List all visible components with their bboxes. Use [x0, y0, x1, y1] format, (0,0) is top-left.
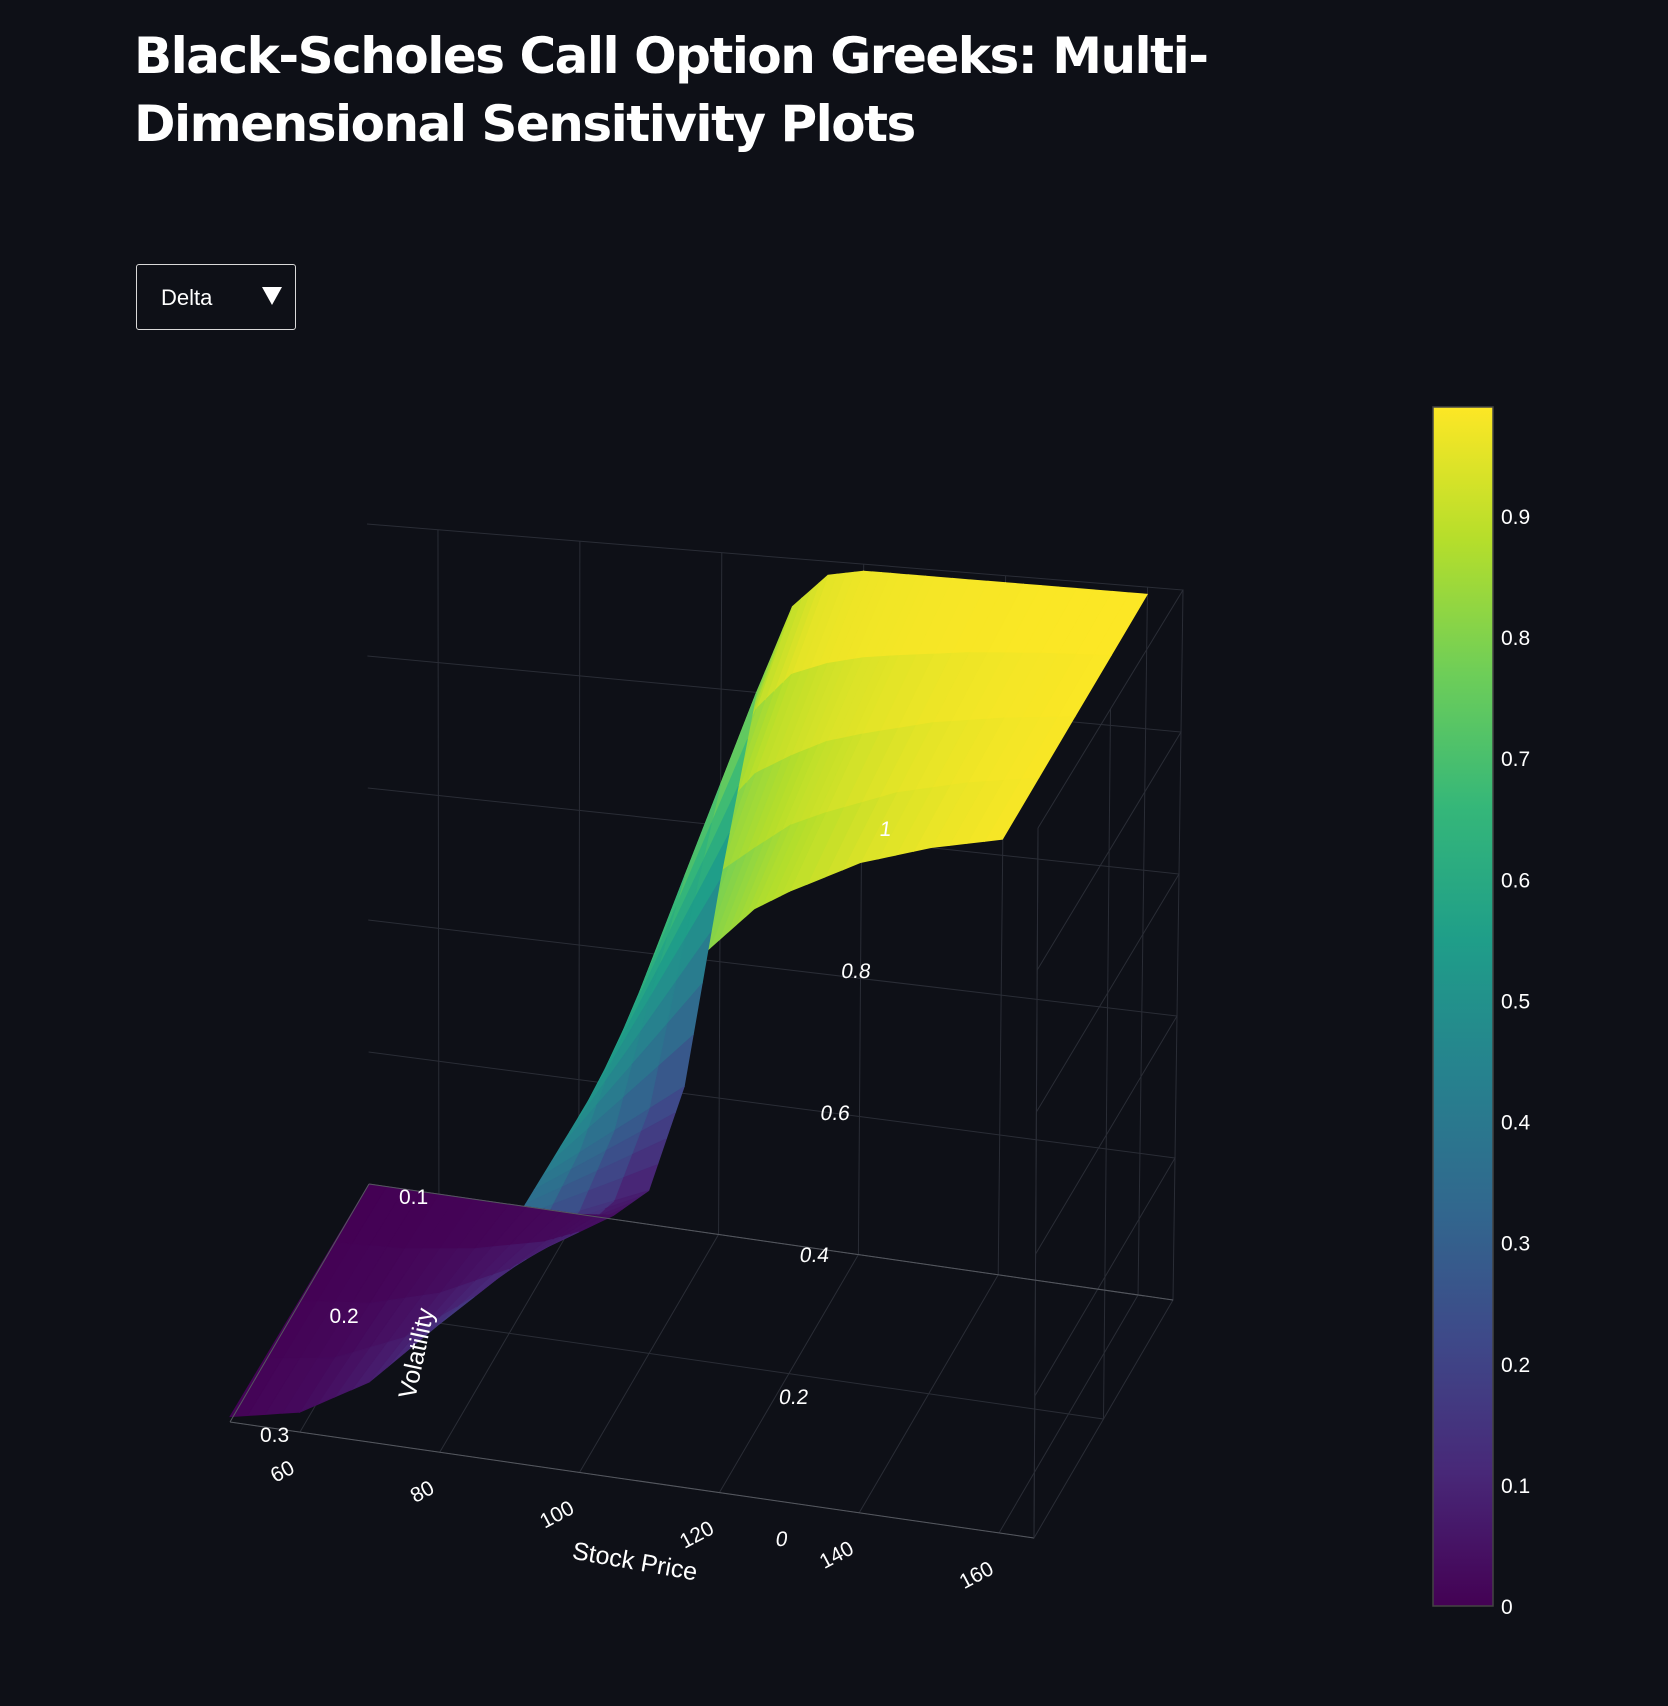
x-tick-label: 120 — [676, 1517, 718, 1554]
delta-surface-chart[interactable]: 00.20.40.60.8116014012010080600.10.20.3S… — [0, 0, 1668, 1706]
colorbar-tick-label: 0.8 — [1501, 627, 1530, 650]
x-tick-label: 80 — [407, 1476, 438, 1507]
z-tick-label: 0.6 — [819, 1102, 851, 1125]
y-tick-label: 0.2 — [330, 1305, 359, 1328]
x-tick-label: 100 — [536, 1497, 578, 1534]
x-gridline — [439, 541, 581, 1453]
colorbar-tick-label: 0.2 — [1501, 1354, 1530, 1377]
z-tick-label: 0 — [774, 1528, 789, 1551]
colorbar-tick-label: 0.3 — [1501, 1233, 1530, 1256]
colorbar-tick-label: 0.9 — [1501, 506, 1530, 529]
surface-mesh — [229, 570, 1149, 1418]
z-tick-label: 0.4 — [798, 1244, 831, 1267]
colorbar-tick-label: 0.6 — [1501, 869, 1530, 892]
colorbar-tick-label: 0.5 — [1501, 990, 1530, 1013]
colorbar: 0 0.1 0.2 0.3 0.4 0.5 0.6 0.7 0.8 0.9 — [1432, 406, 1531, 1619]
colorbar-tick-label: 0.4 — [1501, 1112, 1531, 1135]
colorbar-tick-label: 0.1 — [1501, 1475, 1530, 1498]
z-axis-line — [1033, 827, 1039, 1539]
x-axis-title: Stock Price — [570, 1537, 699, 1587]
z-tick-label: 0.2 — [778, 1386, 810, 1409]
z-tick-label: 0.8 — [840, 960, 872, 983]
colorbar-fill — [1432, 406, 1494, 1607]
x-axis-line — [229, 1421, 1035, 1539]
colorbar-tick-label: 0.7 — [1501, 748, 1530, 771]
x-tick-label: 160 — [956, 1557, 998, 1594]
colorbar-tick-label: 0 — [1501, 1596, 1513, 1619]
y-tick-label: 0.1 — [399, 1186, 428, 1209]
x-tick-label: 140 — [816, 1537, 858, 1574]
y-tick-label: 0.3 — [260, 1424, 289, 1447]
x-tick-label: 60 — [267, 1456, 298, 1487]
